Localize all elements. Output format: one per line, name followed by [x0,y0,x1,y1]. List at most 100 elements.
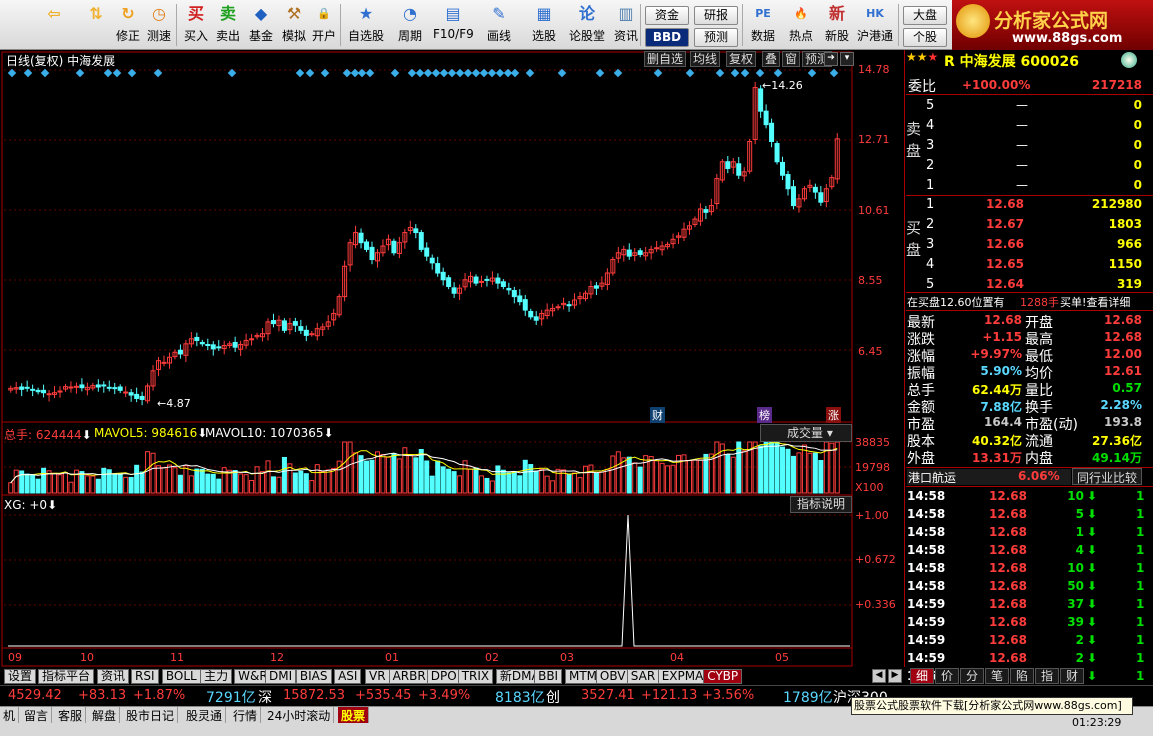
big-order-detail-link[interactable]: 买单!查看详细 [1060,294,1130,310]
sector-name[interactable]: 港口航运 [908,469,956,486]
tab-VR[interactable]: VR [365,669,390,684]
hk-button[interactable]: HK 沪港通 [855,2,895,48]
kline-chart[interactable] [0,50,905,667]
status-bar: 机留言 客服 解盘 股市日记 股灵通 行情 24小时滚动 股票 股票公式股票软件下载[分析家公… [0,697,1153,736]
status-item[interactable]: 股市日记 [123,707,179,723]
bang-badge[interactable]: 榜 [757,407,772,423]
logo-title: 分析家公式网 [994,10,1109,32]
status-item[interactable]: 行情 [230,707,262,723]
hammer-button[interactable]: ⚒ 模拟 [279,2,309,48]
back-arrow-button[interactable]: ⇦ [40,2,68,48]
status-item[interactable]: 股票 [338,707,370,723]
globe-icon[interactable] [1121,52,1137,68]
yanbao-button[interactable]: 研报 [694,6,738,25]
tab-next-icon[interactable]: ▶ [888,669,902,683]
ask-price[interactable]: — [1016,98,1028,112]
sz-index[interactable]: 15872.53 [283,688,345,703]
bid-price[interactable]: 12.68 [986,197,1024,211]
chart-btn-3[interactable]: 叠 [762,51,781,67]
refresh-button[interactable]: ↻ 修正 [114,2,142,48]
sh-index[interactable]: 4529.42 [8,688,62,703]
zhang-badge[interactable]: 涨 [826,407,841,423]
select-button[interactable]: ▦ 选股 [524,2,564,48]
quote-tab-1[interactable]: 价 [935,668,959,684]
quote-tab-2[interactable]: 分 [960,668,984,684]
news-button[interactable]: ▥ 资讯 [611,2,641,48]
chart-btn-0[interactable]: 删自选 [644,51,687,67]
forum-button[interactable]: 论论股堂 [568,2,606,48]
industry-compare-button[interactable]: 同行业比较 [1072,468,1142,485]
stat-value: 49.14万 [1092,451,1142,465]
tab-DPO[interactable]: DPO [426,669,461,684]
quote-tab-6[interactable]: 财 [1060,668,1084,684]
signal-marker [479,68,489,78]
tab-资讯[interactable]: 资讯 [97,669,130,684]
cycle-button[interactable]: ◔ 周期 [390,2,430,48]
chart-btn-1[interactable]: 均线 [690,51,721,67]
f10-button[interactable]: ▤ F10/F9 [433,2,474,48]
status-item[interactable]: 股灵通 [183,707,227,723]
tab-BIAS[interactable]: BIAS [295,669,332,684]
volume-bar [238,473,244,494]
pin-icon[interactable]: ➔ [824,52,838,66]
tab-BOLL[interactable]: BOLL [161,669,201,684]
status-item[interactable]: 客服 [55,707,87,723]
tab-ARBR[interactable]: ARBR [388,669,430,684]
bid-price[interactable]: 12.65 [986,257,1024,271]
tab-prev-icon[interactable]: ◀ [872,669,886,683]
zijin-button[interactable]: 资金 [645,6,689,25]
bbd-button[interactable]: BBD [645,28,689,47]
bid-price[interactable]: 12.67 [986,217,1024,231]
tab-OBV[interactable]: OBV [595,669,630,684]
ipo-button[interactable]: 新新股 [820,2,854,48]
indicator-help-button[interactable]: 指标说明 [790,496,852,513]
data-button[interactable]: PE 数据 [746,2,780,48]
cy-index[interactable]: 3527.41 [581,688,635,703]
tab-RSI[interactable]: RSI [131,669,159,684]
tab-DMI[interactable]: DMI [265,669,297,684]
ask-price[interactable]: — [1016,178,1028,192]
ask-price[interactable]: — [1016,118,1028,132]
ask-price[interactable]: — [1016,158,1028,172]
gegu-button[interactable]: 个股 [903,28,947,47]
fund-button[interactable]: ◆ 基金 [246,2,276,48]
tab-主力[interactable]: 主力 [200,669,233,684]
cai-badge[interactable]: 财 [650,407,665,423]
status-item[interactable]: 机 [0,707,20,723]
volume-bar [697,459,703,494]
dapan-button[interactable]: 大盘 [903,6,947,25]
tab-SAR[interactable]: SAR [626,669,660,684]
bid-price[interactable]: 12.66 [986,237,1024,251]
tab-ASI[interactable]: ASI [334,669,362,684]
stat-value: 5.90% [980,364,1022,378]
tab-TRIX[interactable]: TRIX [457,669,494,684]
quote-tab-3[interactable]: 笔 [985,668,1009,684]
star-button[interactable]: ★ 自选股 [345,2,387,48]
hot-button[interactable]: 🔥 热点 [784,2,818,48]
bid-price[interactable]: 12.64 [986,277,1024,291]
ask-price[interactable]: — [1016,138,1028,152]
buy-button[interactable]: 买买入 [182,2,210,48]
yuce-button[interactable]: 预测 [694,28,738,47]
status-item[interactable]: 解盘 [89,707,121,723]
tab-BBI[interactable]: BBI [534,669,563,684]
pen-button[interactable]: ✎ 画线 [480,2,518,48]
clock-button[interactable]: ◷ 测速 [145,2,173,48]
quote-tab-0[interactable]: 细 [910,668,934,684]
tab-设置[interactable]: 设置 [4,669,37,684]
tab-EXPMA[interactable]: EXPMA [657,669,708,684]
quote-tab-4[interactable]: 陷 [1010,668,1034,684]
sell-button[interactable]: 卖卖出 [214,2,242,48]
volume-bar [396,458,402,494]
status-item[interactable]: 24小时滚动 [264,707,335,723]
tab-指标平台[interactable]: 指标平台 [38,669,95,684]
up-down-button[interactable]: ⇅ [83,2,109,48]
dropdown-icon[interactable]: ▾ [840,52,854,66]
quote-tab-5[interactable]: 指 [1035,668,1059,684]
chart-btn-2[interactable]: 复权 [726,51,757,67]
chart-btn-4[interactable]: 窗 [782,51,801,67]
lock-button[interactable]: 🔒 开户 [310,2,338,48]
volume-select[interactable]: 成交量 ▾ [760,424,852,442]
status-item[interactable]: 留言 [21,707,53,723]
tab-CYBP[interactable]: CYBP [703,669,743,684]
